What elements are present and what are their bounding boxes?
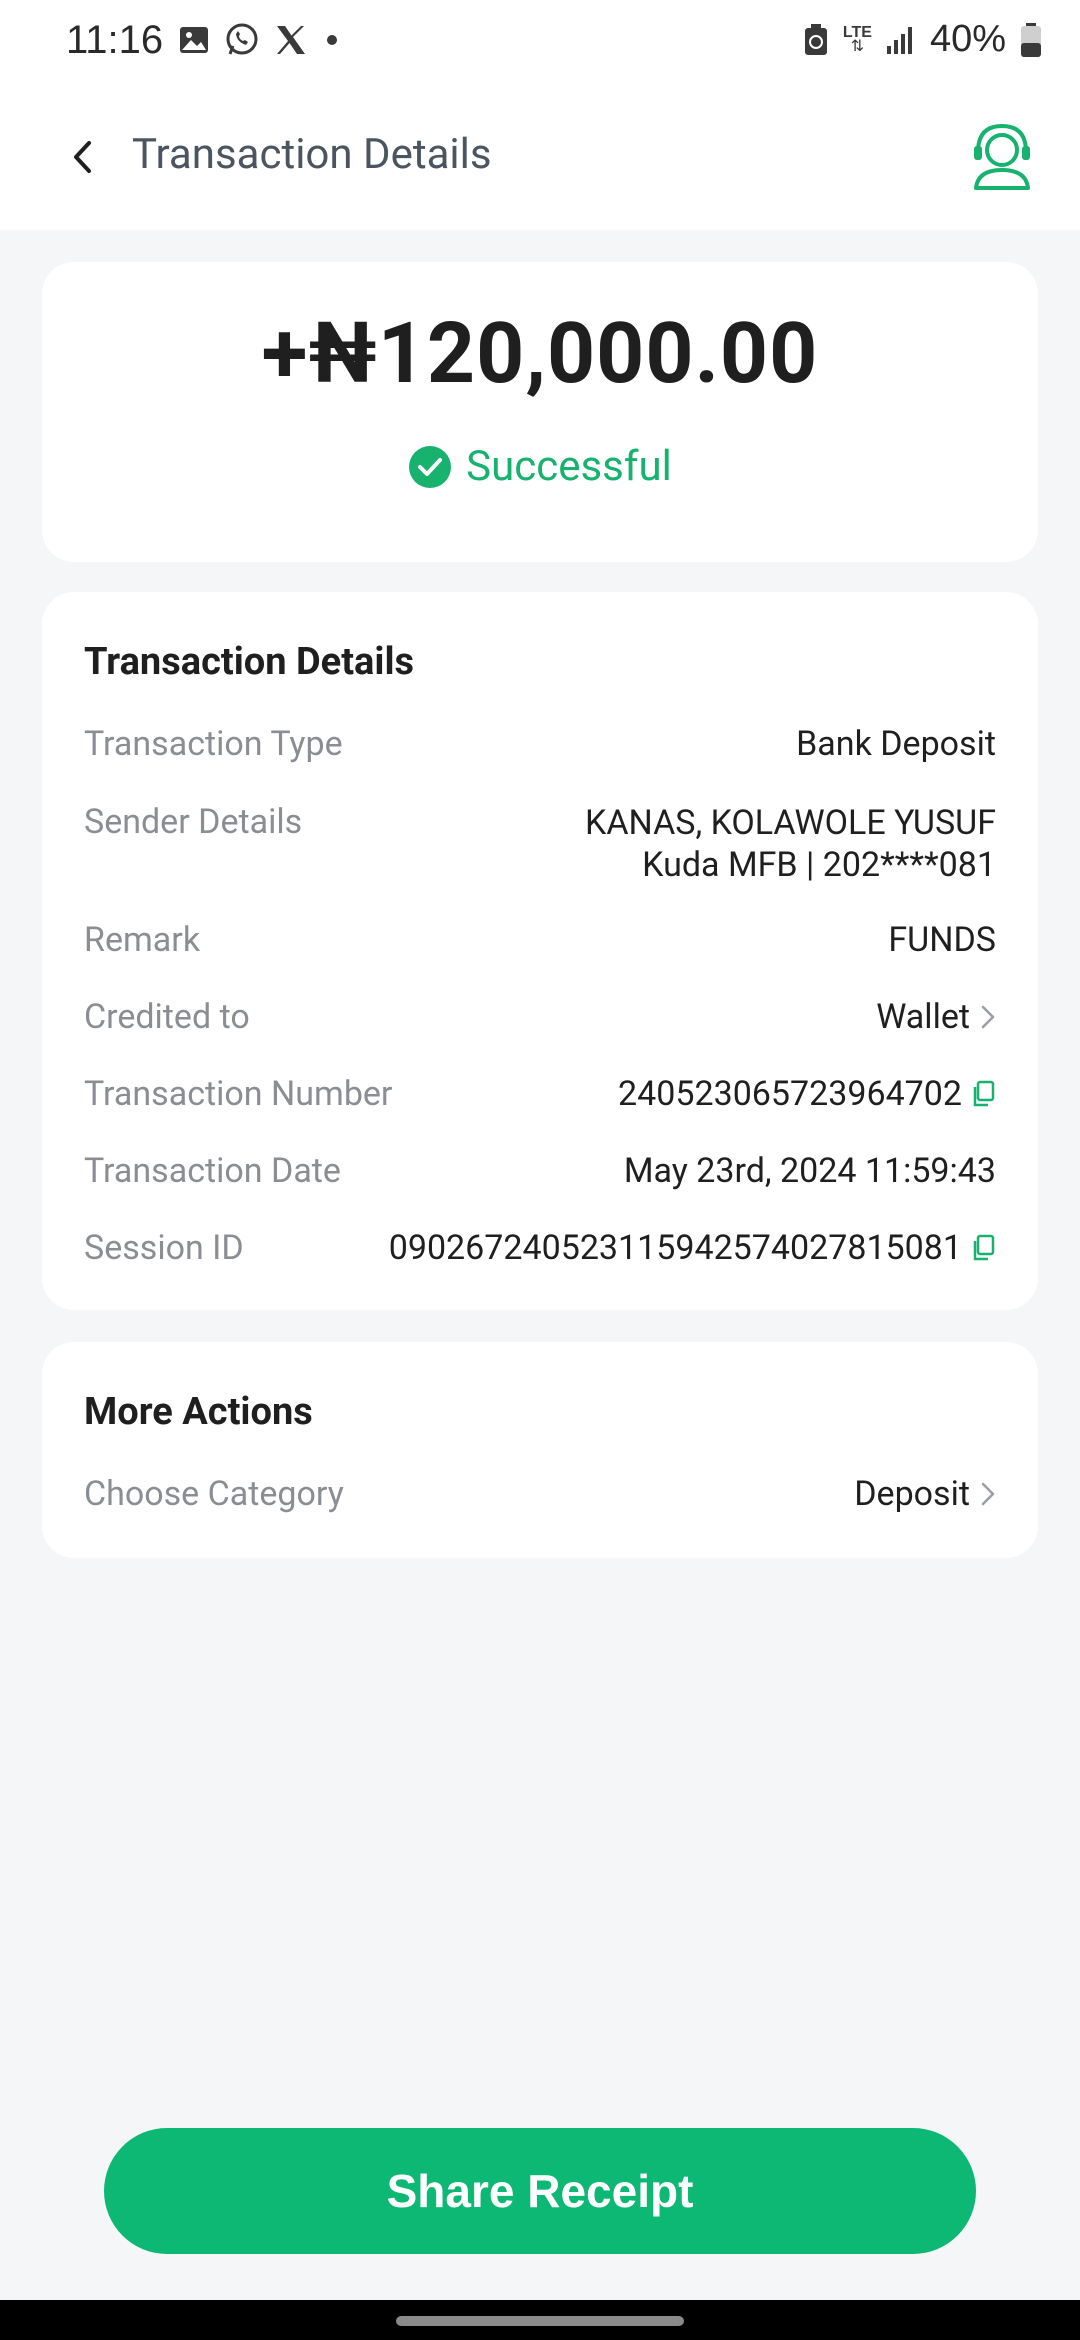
transaction-number-value: 240523065723964702 [618,1074,996,1114]
sender-value: KANAS, KOLAWOLE YUSUF Kuda MFB | 202****… [585,802,996,886]
choose-category-row[interactable]: Choose Category Deposit [84,1474,996,1514]
credited-to-link[interactable]: Wallet [876,997,996,1037]
check-circle-icon [409,445,452,488]
status-time: 11:16 [66,18,164,62]
row-label: Credited to [84,997,250,1037]
home-handle[interactable] [396,2316,684,2326]
status-bar: 11:16 LTE ⇅ 40% [0,0,1080,84]
row-label: Choose Category [84,1474,344,1514]
row-label: Session ID [84,1228,244,1268]
row-label: Transaction Date [84,1151,341,1191]
status-text: Successful [466,442,672,491]
detail-row-session-id: Session ID 09026724052311594257402781508… [84,1228,996,1268]
back-button[interactable] [52,122,112,192]
notification-icons [178,22,342,58]
headset-agent-icon [974,123,1030,190]
dot-icon [327,35,337,45]
detail-row-remark: Remark FUNDS [84,920,996,960]
detail-row-sender-details: Sender Details KANAS, KOLAWOLE YUSUF Kud… [84,802,996,886]
battery-saver-icon [804,23,827,55]
page-title: Transaction Details [132,130,492,179]
lte-icon: LTE ⇅ [843,24,872,55]
sender-bank: Kuda MFB | 202****081 [642,845,996,885]
chevron-left-icon [74,141,91,173]
row-value: Wallet [876,997,970,1037]
data-arrows-icon: ⇅ [850,37,865,55]
session-id-value: 090267240523115942574027815081 [389,1228,996,1268]
more-actions-title: More Actions [84,1390,313,1434]
system-nav-bar [0,2300,1080,2340]
detail-row-transaction-date: Transaction Date May 23rd, 2024 11:59:43 [84,1151,996,1191]
gallery-icon [180,27,208,53]
transaction-amount: +₦120,000.00 [261,304,819,403]
battery-percent: 40% [929,18,1006,60]
amount-card: +₦120,000.00 Successful [42,262,1038,562]
detail-row-transaction-number: Transaction Number 240523065723964702 [84,1074,996,1114]
row-value: May 23rd, 2024 11:59:43 [623,1151,996,1191]
chevron-right-icon [981,1482,995,1506]
row-value: 090267240523115942574027815081 [388,1228,962,1268]
copy-icon[interactable] [972,1234,996,1262]
category-value: Deposit [854,1474,970,1514]
detail-row-transaction-type: Transaction Type Bank Deposit [84,724,996,764]
details-card: Transaction Details Transaction Type Ban… [42,592,1038,1310]
detail-row-credited-to[interactable]: Credited to Wallet [84,997,996,1037]
battery-icon [1021,22,1041,57]
row-label: Remark [84,920,201,960]
chevron-right-icon [981,1005,995,1029]
row-value: FUNDS [888,920,996,960]
app-bar: Transaction Details [0,84,1080,230]
customer-support-button[interactable] [970,122,1034,192]
signal-icon [886,26,912,54]
category-selector[interactable]: Deposit [854,1474,996,1514]
x-icon [277,26,305,54]
whatsapp-icon [226,23,258,55]
row-label: Transaction Number [84,1074,393,1114]
more-actions-card: More Actions Choose Category Deposit [42,1342,1038,1558]
details-title: Transaction Details [84,640,415,684]
status-row: Successful [42,442,1038,491]
sender-name: KANAS, KOLAWOLE YUSUF [585,803,996,843]
system-icons: LTE ⇅ 40% [803,18,1042,61]
row-value: Bank Deposit [796,724,996,764]
share-receipt-button[interactable]: Share Receipt [104,2128,976,2254]
row-label: Sender Details [84,802,303,842]
row-label: Transaction Type [84,724,343,764]
row-value: 240523065723964702 [618,1074,962,1114]
copy-icon[interactable] [972,1080,996,1108]
